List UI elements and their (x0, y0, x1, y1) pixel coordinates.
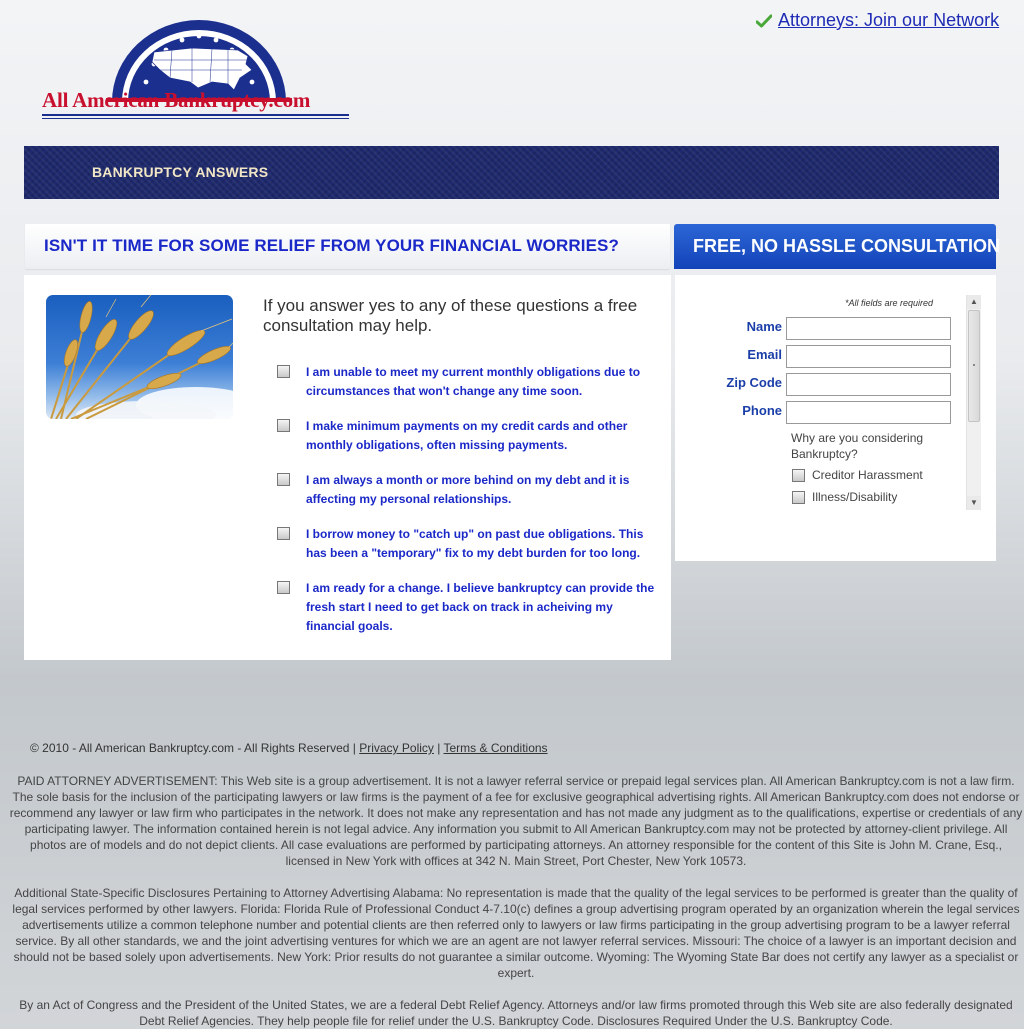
headline-text: ISN'T IT TIME FOR SOME RELIEF FROM YOUR … (44, 236, 619, 255)
reason-label[interactable]: Illness/Disability (812, 490, 897, 504)
question-checkbox[interactable] (277, 419, 290, 432)
nav-item-bankruptcy-answers[interactable]: BANKRUPTCY ANSWERS (92, 164, 268, 180)
copyright-text: © 2010 - All American Bankruptcy.com - A… (30, 741, 356, 755)
privacy-policy-link[interactable]: Privacy Policy (359, 741, 434, 755)
attorneys-join-link-wrap: Attorneys: Join our Network (756, 10, 999, 31)
footer-separator: | (437, 741, 441, 755)
question-label[interactable]: I am unable to meet my current monthly o… (306, 363, 656, 401)
question-label[interactable]: I borrow money to "catch up" on past due… (306, 525, 656, 563)
name-label: Name (746, 319, 782, 334)
question-checkbox[interactable] (277, 581, 290, 594)
reason-checkbox[interactable] (792, 490, 805, 504)
footer-copyright-line: © 2010 - All American Bankruptcy.com - A… (30, 741, 548, 755)
question-checkbox[interactable] (277, 527, 290, 540)
intro-text: If you answer yes to any of these questi… (263, 296, 638, 335)
required-fields-note: *All fields are required (845, 298, 934, 308)
reason-label[interactable]: Creditor Harassment (812, 468, 923, 482)
reason-option: Illness/Disability (792, 490, 897, 504)
form-scroll-area[interactable]: *All fields are required Name Email Zip … (675, 295, 966, 510)
wheat-photo (46, 295, 233, 419)
scrollbar-thumb[interactable] (968, 310, 980, 422)
zip-code-label: Zip Code (726, 375, 782, 390)
logo-wordmark[interactable]: All American Bankruptcy.com (42, 88, 354, 113)
question-checkbox[interactable] (277, 473, 290, 486)
scroll-down-icon[interactable]: ▼ (967, 496, 981, 510)
email-label: Email (747, 347, 782, 362)
nav-bar: BANKRUPTCY ANSWERS (24, 146, 999, 199)
state-disclosures: Additional State-Specific Disclosures Pe… (12, 886, 1020, 980)
form-scrollbar[interactable]: ▲ ▼ (966, 295, 981, 510)
question-checkbox[interactable] (277, 365, 290, 378)
phone-field[interactable] (786, 401, 951, 424)
question-label[interactable]: I am ready for a change. I believe bankr… (306, 579, 656, 636)
question-item: I am always a month or more behind on my… (277, 471, 657, 509)
checkmark-icon (756, 14, 772, 27)
scrollbar-grip (973, 364, 975, 366)
questions-panel: If you answer yes to any of these questi… (24, 275, 671, 660)
question-item: I am unable to meet my current monthly o… (277, 363, 657, 401)
logo-underline-thin (42, 118, 349, 119)
consultation-header: FREE, NO HASSLE CONSULTATION (674, 224, 1000, 269)
logo-underline (42, 114, 349, 116)
reason-option: Creditor Harassment (792, 468, 923, 482)
phone-label: Phone (742, 403, 782, 418)
question-label[interactable]: I make minimum payments on my credit car… (306, 417, 656, 455)
email-field[interactable] (786, 345, 951, 368)
scroll-up-icon[interactable]: ▲ (967, 295, 981, 309)
reason-checkbox[interactable] (792, 468, 805, 482)
name-field[interactable] (786, 317, 951, 340)
consultation-form-panel: *All fields are required Name Email Zip … (675, 275, 996, 561)
question-item: I make minimum payments on my credit car… (277, 417, 657, 455)
zip-code-field[interactable] (786, 373, 951, 396)
question-label[interactable]: I am always a month or more behind on my… (306, 471, 656, 509)
terms-conditions-link[interactable]: Terms & Conditions (444, 741, 548, 755)
attorneys-join-link[interactable]: Attorneys: Join our Network (778, 10, 999, 31)
consultation-header-text: FREE, NO HASSLE CONSULTATION (693, 236, 1001, 256)
question-item: I borrow money to "catch up" on past due… (277, 525, 657, 563)
question-item: I am ready for a change. I believe bankr… (277, 579, 657, 636)
paid-advertisement-disclaimer: PAID ATTORNEY ADVERTISEMENT: This Web si… (9, 774, 1023, 868)
headline-banner: ISN'T IT TIME FOR SOME RELIEF FROM YOUR … (25, 224, 670, 269)
reason-question: Why are you considering Bankruptcy? (791, 431, 924, 461)
debt-relief-agency-notice: By an Act of Congress and the President … (19, 998, 1013, 1028)
